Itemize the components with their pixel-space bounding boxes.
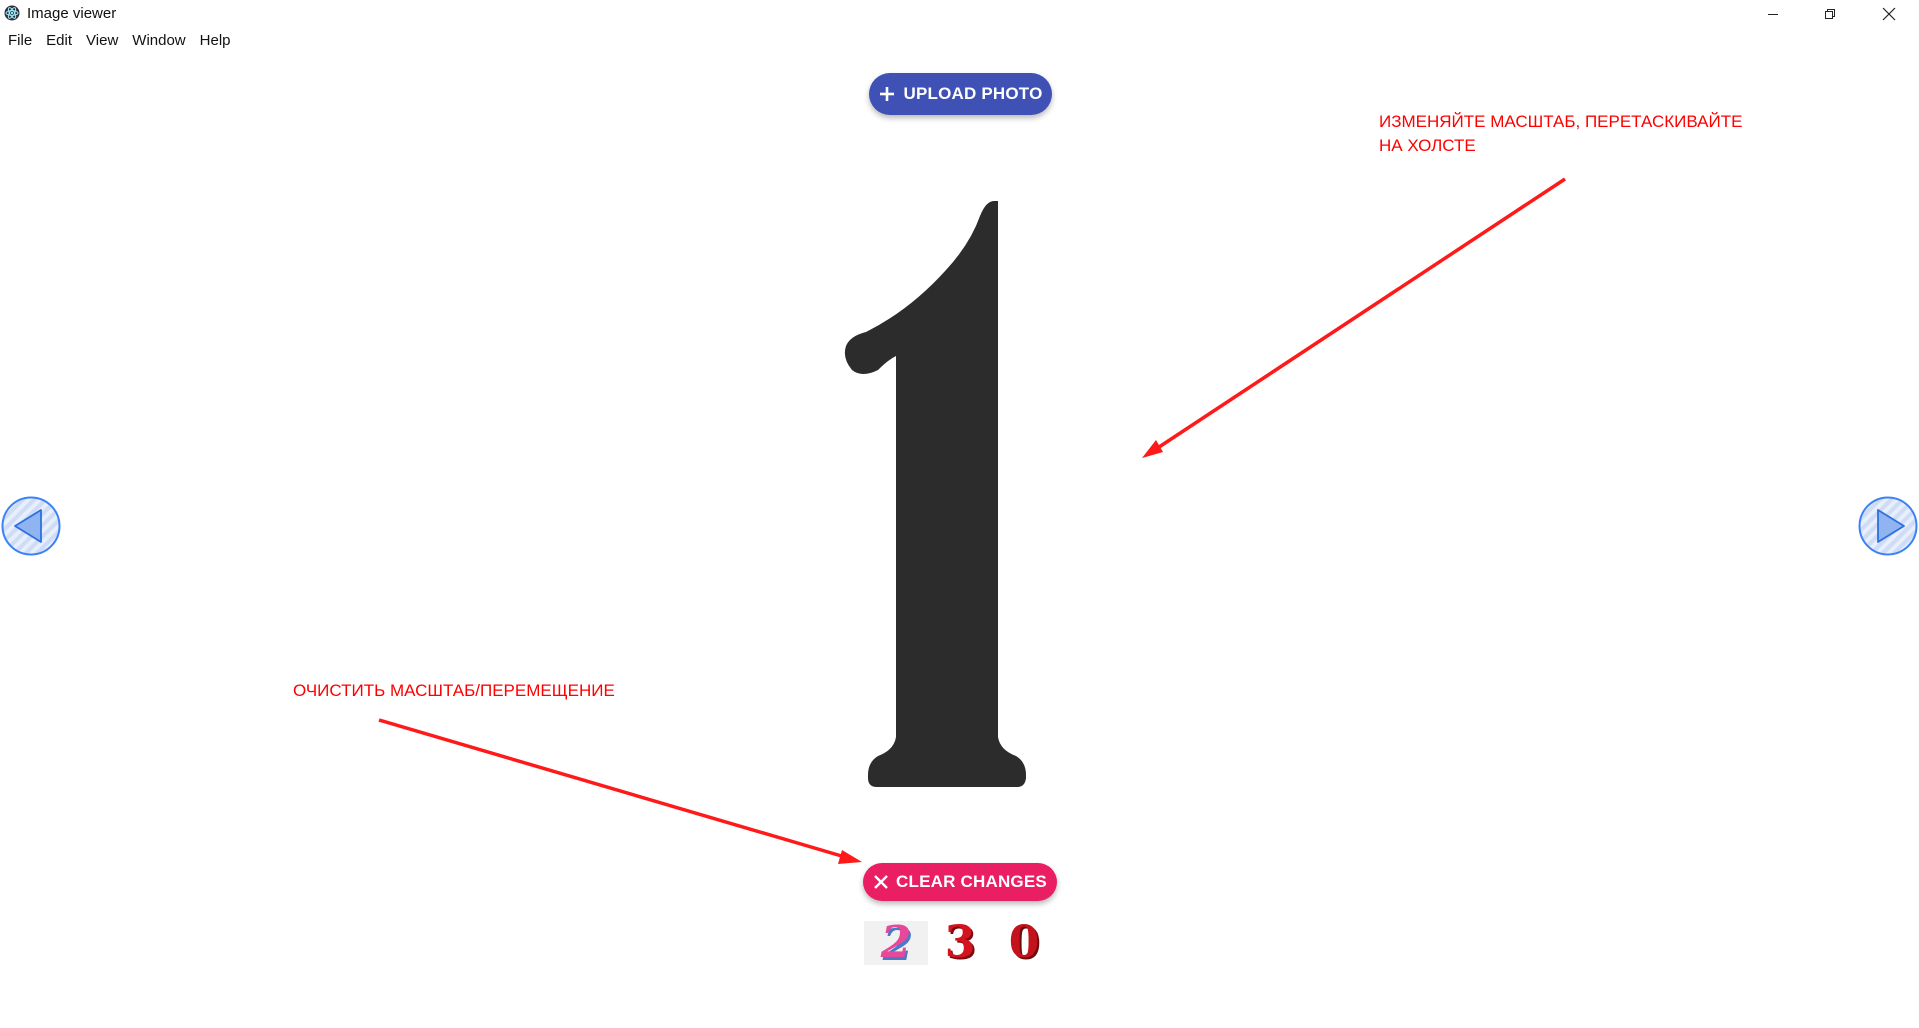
clear-changes-label: CLEAR CHANGES: [896, 872, 1047, 891]
minimize-button[interactable]: [1744, 0, 1801, 28]
menu-window[interactable]: Window: [125, 30, 192, 52]
menu-view[interactable]: View: [79, 30, 125, 52]
menu-edit[interactable]: Edit: [39, 30, 79, 52]
clear-changes-button[interactable]: CLEAR CHANGES: [863, 863, 1057, 901]
restore-icon: [1824, 9, 1835, 19]
close-icon: [1882, 7, 1895, 21]
thumbnail-label: 3: [944, 917, 976, 968]
thumbnail-2[interactable]: 2: [864, 921, 928, 965]
thumbnail-label: 0: [1008, 917, 1040, 968]
menu-help[interactable]: Help: [193, 30, 238, 52]
title-bar: Image viewer: [0, 0, 1919, 28]
digit-one-glyph: [844, 201, 1026, 787]
thumbnail-3[interactable]: 3: [928, 921, 992, 965]
maximize-button[interactable]: [1801, 0, 1858, 28]
thumbnail-0[interactable]: 0: [992, 921, 1056, 965]
close-button[interactable]: [1858, 0, 1919, 28]
zoom-drag-hint: ИЗМЕНЯЙТЕ МАСШТАБ, ПЕРЕТАСКИВАЙТЕ НА ХОЛ…: [1379, 112, 1743, 155]
thumbnail-strip: 2 3 0: [864, 921, 1056, 965]
close-icon: [874, 875, 888, 889]
next-image-button[interactable]: [1858, 496, 1918, 556]
reset-hint: ОЧИСТИТЬ МАСШТАБ/ПЕРЕМЕЩЕНИЕ: [293, 681, 615, 700]
thumbnail-label: 2: [880, 917, 912, 968]
window-title: Image viewer: [27, 5, 117, 22]
previous-image-button[interactable]: [1, 496, 61, 556]
menu-file[interactable]: File: [0, 30, 39, 52]
main-image[interactable]: [820, 190, 1070, 790]
menu-bar: File Edit View Window Help: [0, 30, 238, 52]
app-icon: [4, 5, 20, 21]
minimize-icon: [1767, 14, 1778, 15]
